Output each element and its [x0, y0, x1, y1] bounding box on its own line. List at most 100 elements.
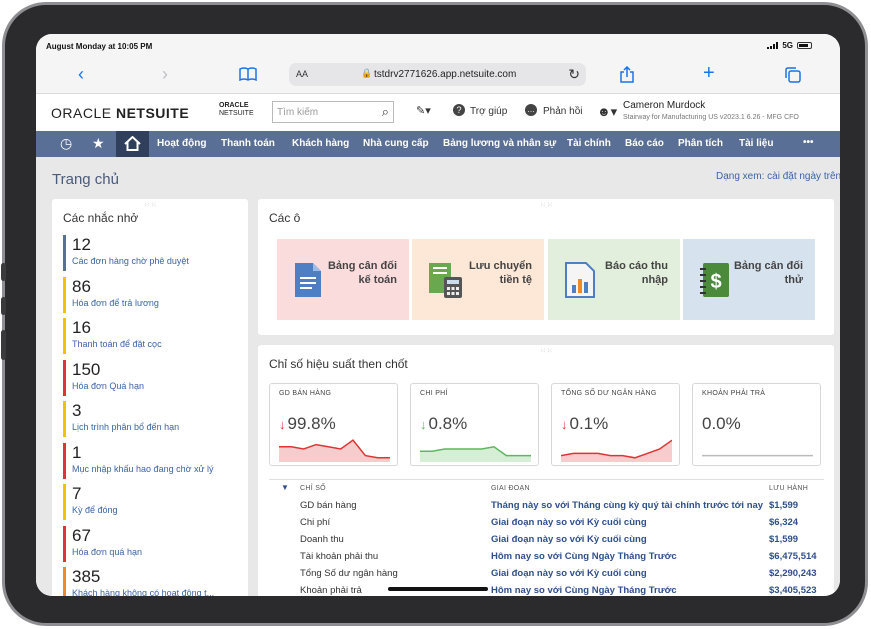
recent-records-icon[interactable]: ◷ — [60, 135, 72, 152]
nav-payroll-hr[interactable]: Bảng lương và nhân sự — [443, 138, 556, 149]
kpi-current-cell[interactable]: $6,324 — [769, 517, 798, 528]
collapse-toggle-icon[interactable]: ▼ — [281, 483, 289, 492]
forward-icon[interactable]: › — [162, 64, 168, 84]
user-name[interactable]: Cameron Murdock — [623, 100, 705, 111]
col-header-index[interactable]: CHỈ SỐ — [300, 485, 326, 492]
reminder-count[interactable]: 1 — [72, 443, 233, 463]
bookmarks-icon[interactable] — [239, 65, 257, 85]
help-icon[interactable]: ? — [453, 104, 465, 116]
table-row[interactable]: Tài khoản phải thu Hôm nay so với Cùng Ng… — [269, 551, 824, 568]
feedback-link[interactable]: Phản hồi — [543, 106, 582, 117]
tile-balance-sheet[interactable]: Bảng cân đối kế toán — [277, 239, 409, 320]
tile-cash-flow[interactable]: Lưu chuyển tiền tệ — [412, 239, 544, 320]
kpi-index-cell: Khoản phải trả — [300, 585, 362, 596]
reminder-label[interactable]: Khách hàng không có hoạt động t... — [72, 587, 233, 596]
reminder-count[interactable]: 7 — [72, 484, 233, 504]
nav-payments[interactable]: Thanh toán — [221, 138, 275, 149]
share-icon[interactable] — [620, 65, 634, 87]
table-row[interactable]: Chi phí Giai đoạn này so với Kỳ cuối cùng… — [269, 517, 824, 534]
reminder-item[interactable]: 385 Khách hàng không có hoạt động t... — [63, 567, 233, 596]
tile-trial-balance[interactable]: $ Bảng cân đối thử — [683, 239, 815, 320]
global-search-input[interactable]: Tìm kiếm ⌕ — [272, 101, 394, 123]
company-logo-line1: ORACLE — [219, 102, 249, 109]
text-size-button[interactable]: AA — [296, 69, 308, 79]
tile-income-statement[interactable]: Báo cáo thu nhập — [548, 239, 680, 320]
kpi-current-cell[interactable]: $1,599 — [769, 534, 798, 545]
address-bar[interactable]: AA 🔒 tstdrv2771626.app.netsuite.com ↻ — [289, 63, 586, 86]
table-row[interactable]: Doanh thu Giai đoạn này so với Kỳ cuối cù… — [269, 534, 824, 551]
kpi-card-bank-balance[interactable]: TỔNG SỐ DƯ NGÂN HÀNG ↓ 0.1% — [551, 383, 680, 466]
kpi-current-cell[interactable]: $3,405,523 — [769, 585, 817, 596]
browser-toolbar: ‹ › AA 🔒 tstdrv2771626.app.netsuite.com … — [36, 56, 840, 94]
reminder-count[interactable]: 385 — [72, 567, 233, 587]
reminder-label[interactable]: Kỳ để đóng — [72, 504, 233, 517]
kpi-period-cell[interactable]: Giai đoạn này so với Kỳ cuối cùng — [491, 534, 647, 545]
user-icon[interactable]: ☻▾ — [597, 104, 617, 120]
kpi-period-cell[interactable]: Hôm nay so với Cùng Ngày Tháng Trước — [491, 551, 677, 562]
reload-icon[interactable]: ↻ — [568, 66, 580, 83]
reminder-count[interactable]: 86 — [72, 277, 233, 297]
kpi-period-cell[interactable]: Giai đoạn này so với Kỳ cuối cùng — [491, 517, 647, 528]
reminder-item[interactable]: 16 Thanh toán để đặt cọc — [63, 318, 233, 354]
reminder-item[interactable]: 67 Hóa đơn quá hạn — [63, 525, 233, 562]
reminder-label[interactable]: Thanh toán để đặt cọc — [72, 338, 233, 351]
table-row[interactable]: Khoản phải trả Hôm nay so với Cùng Ngày T… — [269, 585, 824, 596]
reminder-item[interactable]: 150 Hóa đơn Quá hạn — [63, 359, 233, 396]
reminder-count[interactable]: 12 — [72, 235, 233, 255]
reminder-label[interactable]: Hóa đơn Quá hạn — [72, 380, 233, 393]
reminder-label[interactable]: Lịch trình phân bổ đến hạn — [72, 421, 233, 434]
tabs-icon[interactable] — [785, 67, 801, 87]
nav-vendors[interactable]: Nhà cung cấp — [363, 138, 429, 149]
reminder-count[interactable]: 150 — [72, 360, 233, 380]
drag-handle-icon[interactable]: ⁙⁙ — [144, 201, 158, 209]
nav-documents[interactable]: Tài liệu — [739, 138, 773, 149]
reminder-item[interactable]: 12 Các đơn hàng chờ phê duyệt — [63, 235, 233, 271]
reminder-label[interactable]: Hóa đơn quá hạn — [72, 546, 233, 559]
reminder-label[interactable]: Mục nhập khấu hao đang chờ xử lý — [72, 463, 233, 476]
kpi-current-cell[interactable]: $1,599 — [769, 500, 798, 511]
kpi-card-payables[interactable]: KHOẢN PHẢI TRẢ 0.0% — [692, 383, 821, 466]
nav-activities[interactable]: Hoạt động — [157, 138, 206, 149]
nav-customers[interactable]: Khách hàng — [292, 138, 349, 149]
oracle-netsuite-logo[interactable]: ORACLE NETSUITE — [51, 105, 189, 121]
drag-handle-icon[interactable]: ⁙⁙ — [540, 201, 554, 209]
help-link[interactable]: Trợ giúp — [470, 106, 507, 117]
user-role[interactable]: Stairway for Manufacturing US v2023.1 6.… — [623, 114, 799, 121]
shortcuts-star-icon[interactable]: ★ — [92, 135, 105, 152]
reminder-count[interactable]: 16 — [72, 318, 233, 338]
col-header-period[interactable]: GIAI ĐOẠN — [491, 485, 530, 492]
view-settings-link[interactable]: Dạng xem: cài đặt ngày trên — [716, 171, 840, 182]
back-icon[interactable]: ‹ — [78, 64, 84, 84]
kpi-index-cell: Tài khoản phải thu — [300, 551, 379, 562]
kpi-current-cell[interactable]: $2,290,243 — [769, 568, 817, 579]
reminder-label[interactable]: Các đơn hàng chờ phê duyệt — [72, 255, 233, 268]
reminder-item[interactable]: 86 Hóa đơn để trả lương — [63, 276, 233, 313]
col-header-current[interactable]: LƯU HÀNH — [769, 485, 808, 492]
reminder-item[interactable]: 7 Kỳ để đóng — [63, 484, 233, 520]
reminder-item[interactable]: 3 Lịch trình phân bổ đến hạn — [63, 401, 233, 437]
kpi-period-cell[interactable]: Tháng này so với Tháng cùng kỳ quý tài c… — [491, 500, 763, 511]
kpi-period-cell[interactable]: Hôm nay so với Cùng Ngày Tháng Trước — [491, 585, 677, 596]
new-tab-icon[interactable]: + — [703, 63, 715, 83]
table-row[interactable]: Tổng Số dư ngân hàng Giai đoạn này so với… — [269, 568, 824, 585]
reminder-count[interactable]: 3 — [72, 401, 233, 421]
reminder-label[interactable]: Hóa đơn để trả lương — [72, 297, 233, 310]
reminder-count[interactable]: 67 — [72, 526, 233, 546]
url-text[interactable]: tstdrv2771626.app.netsuite.com — [374, 69, 516, 80]
kpi-card-expenses[interactable]: CHI PHÍ ↓ 0.8% — [410, 383, 539, 466]
kpi-period-cell[interactable]: Giai đoạn này so với Kỳ cuối cùng — [491, 568, 647, 579]
reminder-item[interactable]: 1 Mục nhập khấu hao đang chờ xử lý — [63, 442, 233, 479]
kpi-current-cell[interactable]: $6,475,514 — [769, 551, 817, 562]
nav-reports[interactable]: Báo cáo — [625, 138, 664, 149]
search-icon[interactable]: ⌕ — [382, 104, 389, 120]
nav-financial[interactable]: Tài chính — [567, 138, 611, 149]
drag-handle-icon[interactable]: ⁙⁙ — [540, 347, 554, 355]
nav-analytics[interactable]: Phân tích — [678, 138, 723, 149]
table-row[interactable]: GD bán hàng Tháng này so với Tháng cùng k… — [269, 500, 824, 517]
feedback-icon[interactable]: … — [525, 104, 537, 116]
home-nav-button[interactable] — [116, 131, 149, 157]
home-indicator — [388, 587, 488, 591]
kpi-card-sales[interactable]: GD BÁN HÀNG ↓ 99.8% — [269, 383, 398, 466]
create-new-icon[interactable]: ✎▾ — [416, 104, 431, 117]
nav-more-button[interactable]: ••• — [803, 137, 814, 148]
